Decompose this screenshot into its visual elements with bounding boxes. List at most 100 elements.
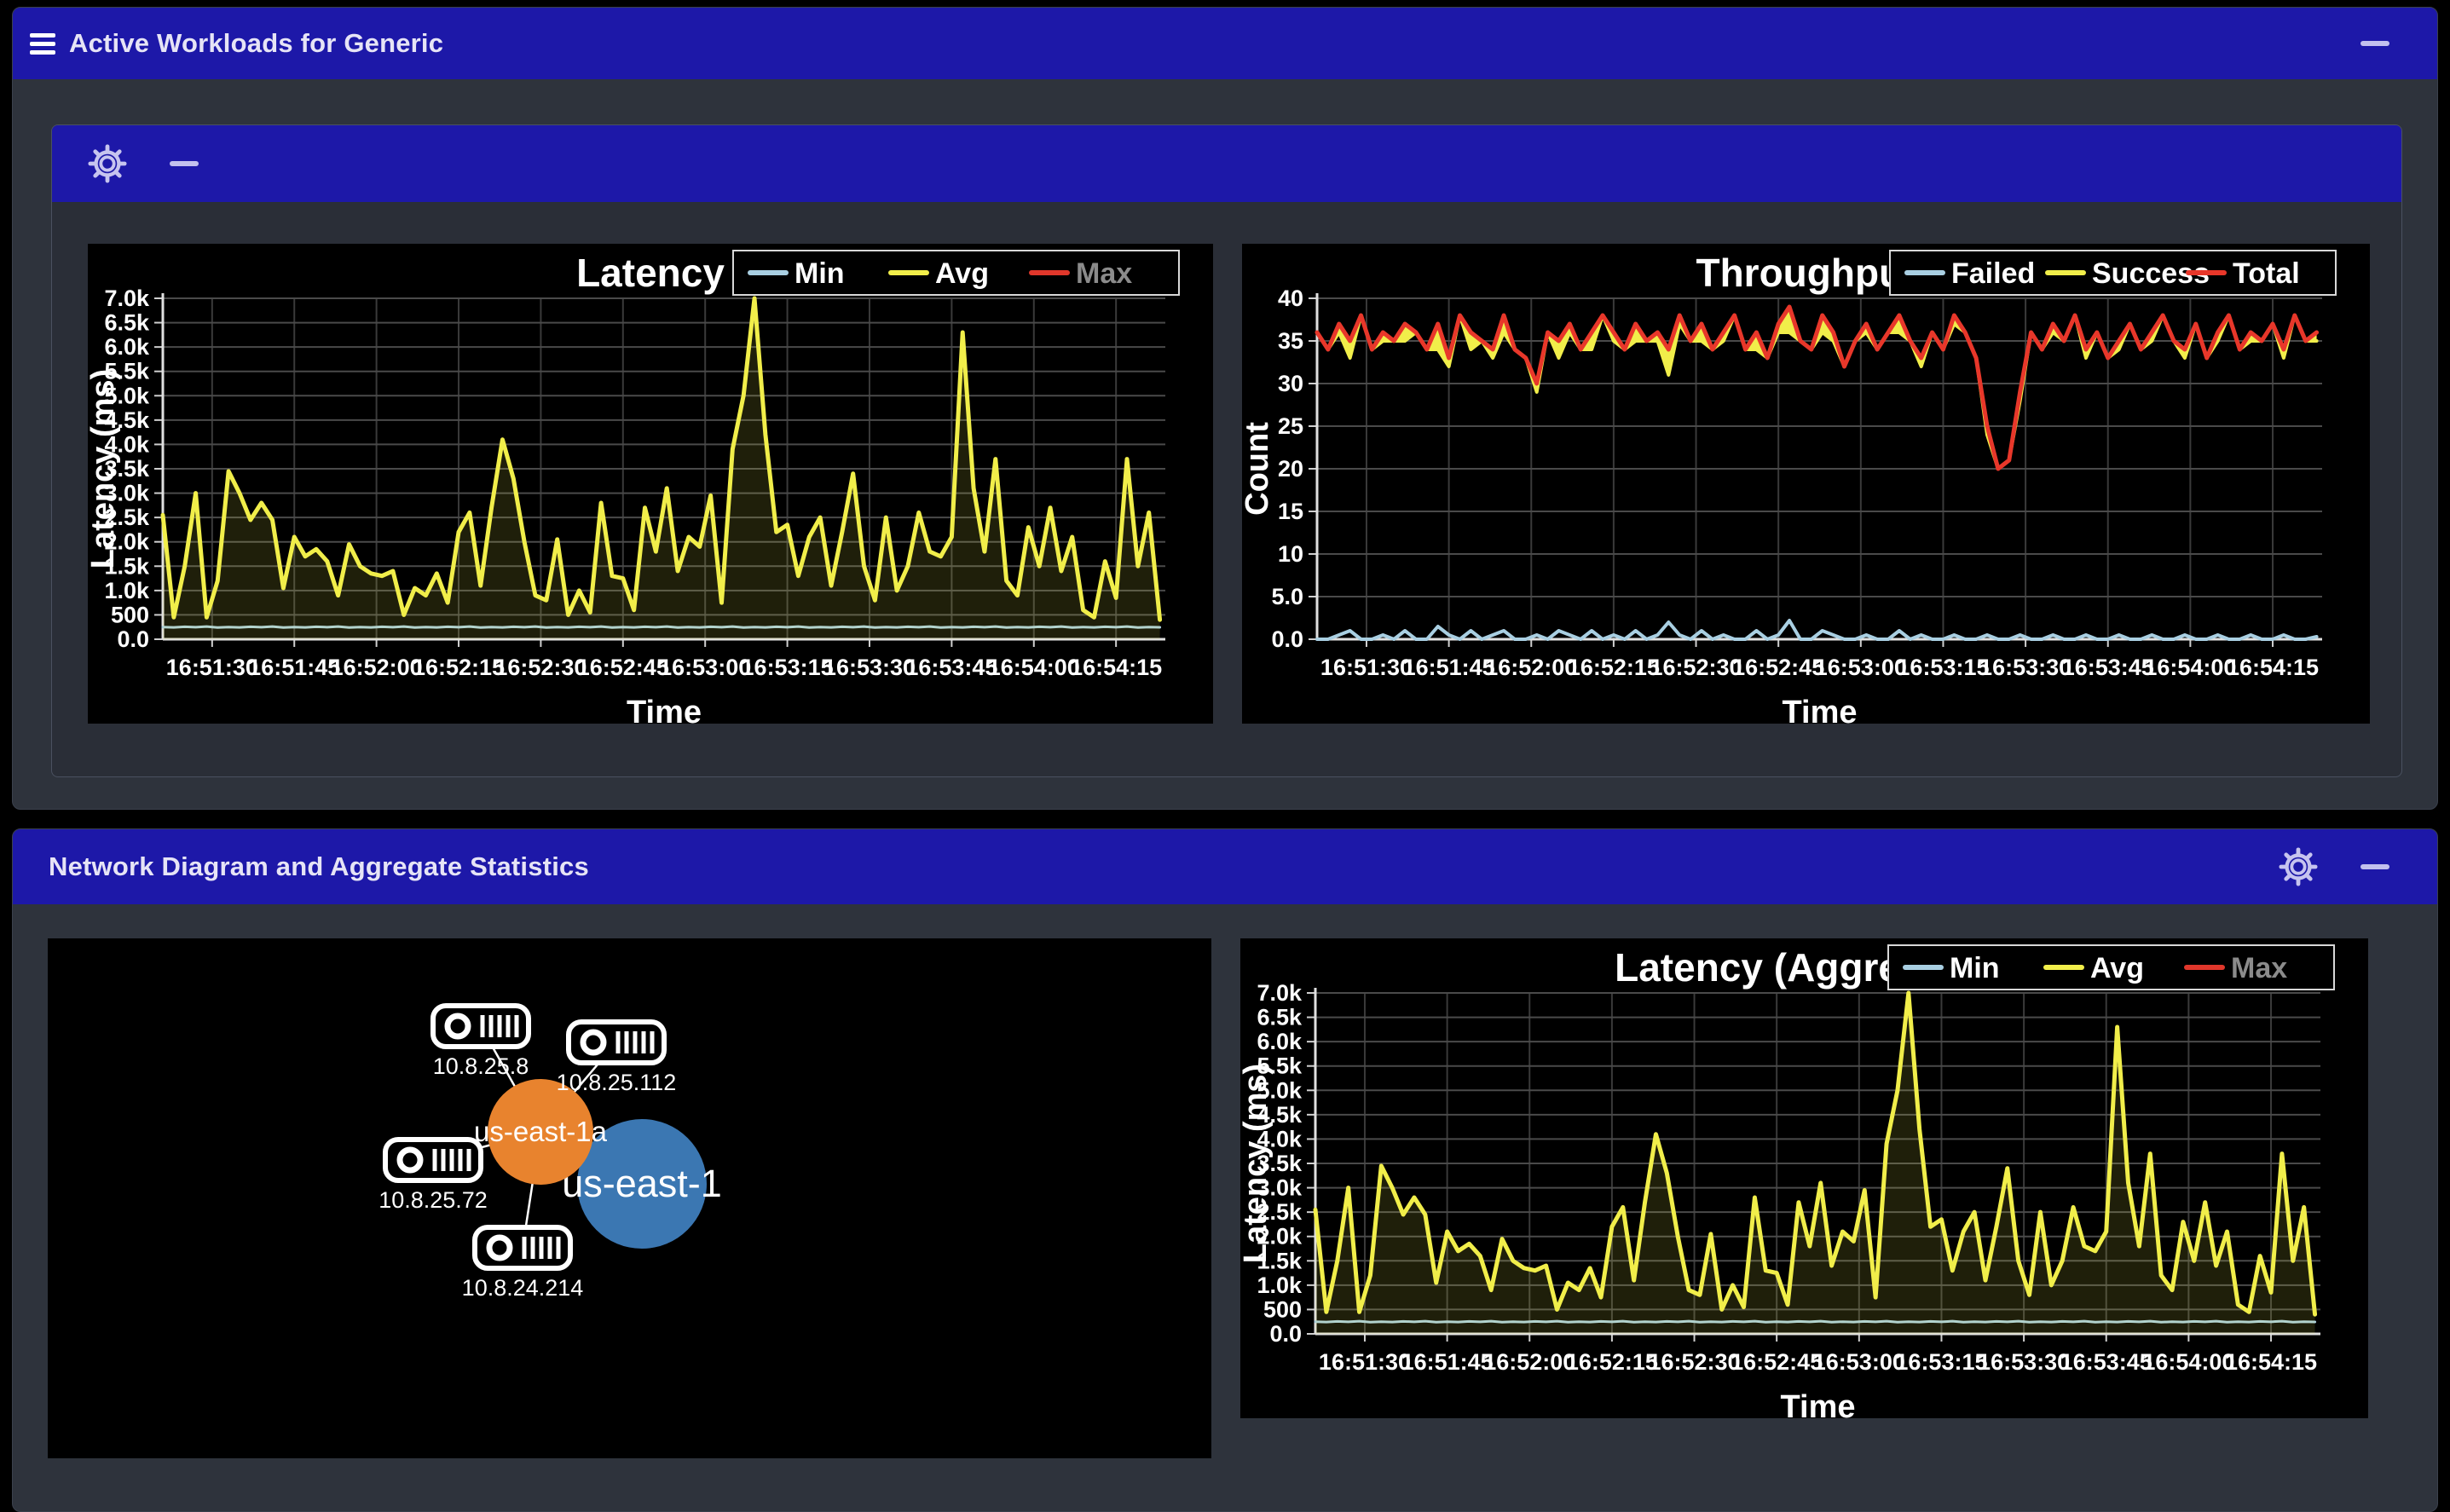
svg-text:0.0: 0.0 — [1269, 1321, 1302, 1347]
aggregate-latency-chart[interactable]: 16:51:3016:51:4516:52:0016:52:1516:52:30… — [1240, 938, 2368, 1418]
svg-text:Failed: Failed — [1951, 257, 2035, 290]
svg-text:16:53:00: 16:53:00 — [1815, 655, 1907, 680]
svg-text:Max: Max — [1076, 257, 1132, 290]
latency-chart[interactable]: 16:51:3016:51:4516:52:0016:52:1516:52:30… — [88, 244, 1213, 724]
svg-text:1.0k: 1.0k — [104, 578, 150, 603]
svg-text:Throughput: Throughput — [1696, 251, 1916, 295]
svg-text:10.8.25.112: 10.8.25.112 — [557, 1070, 677, 1095]
svg-text:Time: Time — [1782, 695, 1857, 724]
svg-text:15: 15 — [1278, 499, 1303, 524]
latency-chart-box: 16:51:30 16:51:45 16:52:00 16:52:15 16:52:30… — [88, 244, 1213, 724]
svg-text:16:54:15: 16:54:15 — [2225, 1349, 2317, 1375]
svg-text:16:52:30: 16:52:30 — [1650, 655, 1742, 680]
svg-text:16:53:30: 16:53:30 — [1978, 1349, 2070, 1375]
svg-text:6.5k: 6.5k — [1257, 1005, 1303, 1030]
svg-text:16:52:45: 16:52:45 — [1732, 655, 1824, 680]
svg-text:16:51:30: 16:51:30 — [166, 655, 258, 680]
svg-text:6.5k: 6.5k — [104, 310, 150, 336]
svg-text:16:53:30: 16:53:30 — [1979, 655, 2072, 680]
svg-text:16:51:45: 16:51:45 — [1401, 1349, 1494, 1375]
menu-icon[interactable] — [30, 32, 55, 55]
svg-text:5.0: 5.0 — [1271, 584, 1303, 609]
host-node[interactable]: 10.8.25.8 — [430, 1003, 531, 1079]
svg-text:16:51:30: 16:51:30 — [1319, 1349, 1411, 1375]
svg-text:30: 30 — [1278, 371, 1303, 396]
svg-text:0.0: 0.0 — [1271, 626, 1303, 652]
svg-text:16:52:00: 16:52:00 — [331, 655, 423, 680]
svg-text:16:51:30: 16:51:30 — [1320, 655, 1413, 680]
svg-text:16:53:15: 16:53:15 — [1895, 1349, 1987, 1375]
svg-text:16:54:15: 16:54:15 — [2227, 655, 2319, 680]
network-diagram[interactable]: us-east-1 us-east-1a 10.8.25.8 10.8.25.112 1… — [48, 938, 1211, 1458]
svg-text:16:53:30: 16:53:30 — [823, 655, 916, 680]
svg-text:35: 35 — [1278, 328, 1303, 354]
gear-icon[interactable] — [88, 144, 127, 183]
panel-active-workloads: Active Workloads for Generic 16:51:30 16… — [12, 7, 2438, 810]
svg-text:16:52:30: 16:52:30 — [494, 655, 586, 680]
svg-text:25: 25 — [1278, 413, 1303, 439]
svg-text:Min: Min — [1950, 952, 2000, 984]
aggregate-latency-chart-box: 16:51:30 16:51:45 16:52:00 16:52:15 16:52:30… — [1240, 938, 2368, 1418]
svg-text:500: 500 — [1263, 1296, 1302, 1322]
svg-text:20: 20 — [1278, 456, 1303, 482]
svg-text:16:52:15: 16:52:15 — [1566, 1349, 1658, 1375]
minimize-icon[interactable] — [2360, 864, 2389, 869]
svg-text:500: 500 — [111, 602, 149, 627]
panel-network-aggregate: Network Diagram and Aggregate Statistics… — [12, 828, 2438, 1512]
svg-text:16:54:00: 16:54:00 — [2142, 1349, 2234, 1375]
svg-text:16:54:15: 16:54:15 — [1070, 655, 1162, 680]
svg-text:Count: Count — [1242, 422, 1275, 516]
panel-title: Network Diagram and Aggregate Statistics — [49, 851, 589, 881]
svg-text:16:53:45: 16:53:45 — [2062, 655, 2154, 680]
dashboard-page: { "colors": { "header_blue": "#1d18a8", … — [0, 0, 2450, 1512]
svg-text:6.0k: 6.0k — [104, 334, 150, 360]
svg-text:16:54:00: 16:54:00 — [988, 655, 1080, 680]
svg-text:16:52:30: 16:52:30 — [1648, 1349, 1740, 1375]
gear-icon[interactable] — [2279, 847, 2318, 886]
panel-title: Active Workloads for Generic — [69, 28, 444, 58]
svg-text:16:51:45: 16:51:45 — [1403, 655, 1495, 680]
svg-text:7.0k: 7.0k — [104, 286, 150, 311]
svg-text:16:53:00: 16:53:00 — [659, 655, 751, 680]
svg-text:16:52:15: 16:52:15 — [413, 655, 505, 680]
svg-text:6.0k: 6.0k — [1257, 1029, 1303, 1054]
svg-text:16:51:45: 16:51:45 — [248, 655, 340, 680]
svg-text:Total: Total — [2233, 257, 2300, 290]
throughput-chart[interactable]: 16:51:3016:51:4516:52:0016:52:1516:52:30… — [1242, 244, 2370, 724]
svg-text:16:53:15: 16:53:15 — [742, 655, 834, 680]
svg-text:16:52:00: 16:52:00 — [1483, 1349, 1575, 1375]
panel-active-workloads-header: Active Workloads for Generic — [13, 8, 2437, 79]
svg-text:16:54:00: 16:54:00 — [2144, 655, 2236, 680]
svg-text:Time: Time — [1780, 1389, 1855, 1418]
minimize-icon[interactable] — [170, 161, 199, 166]
workload-subpanel: 16:51:30 16:51:45 16:52:00 16:52:15 16:52:30… — [51, 124, 2402, 777]
svg-text:7.0k: 7.0k — [1257, 980, 1303, 1006]
svg-text:10: 10 — [1278, 541, 1303, 567]
host-node[interactable]: 10.8.25.72 — [378, 1137, 488, 1213]
svg-text:10.8.25.8: 10.8.25.8 — [433, 1053, 529, 1079]
svg-text:Latency: Latency — [576, 251, 725, 295]
svg-text:Latency (ms): Latency (ms) — [88, 369, 121, 568]
host-node[interactable]: 10.8.25.112 — [557, 1019, 677, 1095]
svg-text:16:52:15: 16:52:15 — [1568, 655, 1660, 680]
host-node[interactable]: 10.8.24.214 — [462, 1225, 584, 1301]
svg-text:16:52:45: 16:52:45 — [1731, 1349, 1823, 1375]
svg-text:1.0k: 1.0k — [1257, 1273, 1303, 1298]
minimize-icon[interactable] — [2360, 41, 2389, 46]
svg-text:Avg: Avg — [935, 257, 989, 290]
svg-text:us-east-1a: us-east-1a — [474, 1116, 608, 1147]
svg-text:Avg: Avg — [2090, 952, 2144, 984]
panel-network-header: Network Diagram and Aggregate Statistics — [13, 829, 2437, 904]
throughput-chart-box: 16:51:30 16:51:45 16:52:00 16:52:15 16:52:30… — [1242, 244, 2370, 724]
svg-text:16:53:00: 16:53:00 — [1813, 1349, 1905, 1375]
svg-text:us-east-1: us-east-1 — [562, 1162, 722, 1205]
svg-text:16:53:45: 16:53:45 — [905, 655, 997, 680]
svg-text:Min: Min — [795, 257, 845, 290]
svg-text:0.0: 0.0 — [117, 626, 149, 652]
workload-subpanel-header — [52, 125, 2401, 202]
svg-text:10.8.25.72: 10.8.25.72 — [378, 1187, 488, 1213]
svg-text:16:53:15: 16:53:15 — [1897, 655, 1989, 680]
svg-text:Latency (ms): Latency (ms) — [1240, 1064, 1274, 1263]
svg-text:40: 40 — [1278, 286, 1303, 311]
svg-text:10.8.24.214: 10.8.24.214 — [462, 1275, 584, 1301]
